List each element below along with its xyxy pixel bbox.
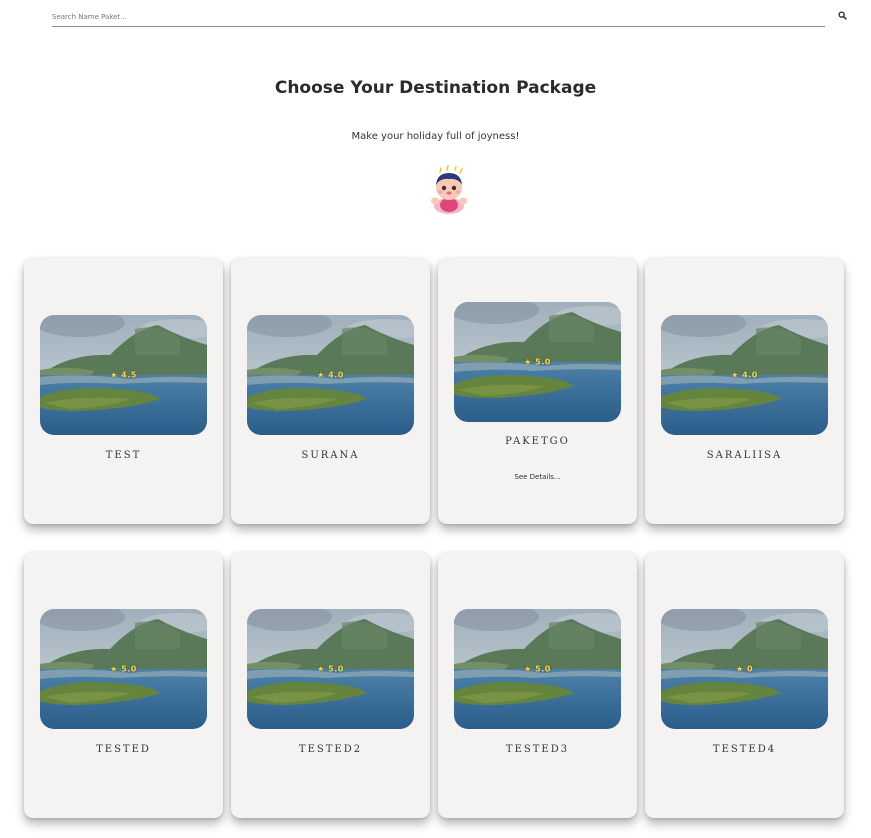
package-image: ★ 4.5: [40, 315, 207, 435]
page-subtitle: Make your holiday full of joyness!: [351, 131, 520, 142]
package-image: ★ 4.0: [247, 315, 414, 435]
package-card[interactable]: ★ 0 TESTED4: [645, 552, 844, 818]
rating-badge: ★ 4.0: [731, 370, 758, 380]
package-name: TESTED: [96, 744, 151, 755]
rating-badge: ★ 5.0: [110, 664, 137, 674]
search-bar: [52, 8, 825, 27]
package-name: SARALIISA: [706, 450, 783, 461]
search-icon: [837, 10, 847, 20]
package-name: TESTED4: [712, 744, 777, 755]
see-details-link[interactable]: See Details...: [438, 473, 637, 481]
package-card[interactable]: ★ 5.0 TESTED3: [438, 552, 637, 818]
rating-badge: ★ 4.0: [317, 370, 344, 380]
package-card[interactable]: ★ 5.0 PAKETGO See Details...: [438, 258, 637, 524]
package-name: SURANA: [301, 450, 360, 461]
rating-badge: ★ 5.0: [524, 664, 551, 674]
package-card[interactable]: ★ 4.0 SURANA: [231, 258, 430, 524]
package-image: ★ 5.0: [454, 609, 621, 729]
package-card[interactable]: ★ 4.0 SARALIISA: [645, 258, 844, 524]
package-name: TEST: [105, 450, 142, 461]
rating-badge: ★ 5.0: [524, 357, 551, 367]
package-image: ★ 0: [661, 609, 828, 729]
page-title: Choose Your Destination Package: [274, 78, 597, 98]
package-name: TESTED3: [505, 744, 570, 755]
rating-badge: ★ 0: [735, 664, 754, 674]
mascot-illustration: [431, 165, 467, 214]
package-image: ★ 5.0: [454, 302, 621, 422]
search-button[interactable]: [835, 8, 849, 22]
package-image: ★ 4.0: [661, 315, 828, 435]
package-name: TESTED2: [298, 744, 363, 755]
package-image: ★ 5.0: [40, 609, 207, 729]
package-card[interactable]: ★ 5.0 TESTED: [24, 552, 223, 818]
search-input[interactable]: [52, 10, 812, 24]
package-image: ★ 5.0: [247, 609, 414, 729]
package-name: PAKETGO: [505, 436, 570, 447]
package-card[interactable]: ★ 4.5 TEST: [24, 258, 223, 524]
rating-badge: ★ 4.5: [110, 370, 137, 380]
rating-badge: ★ 5.0: [317, 664, 344, 674]
package-card[interactable]: ★ 5.0 TESTED2: [231, 552, 430, 818]
